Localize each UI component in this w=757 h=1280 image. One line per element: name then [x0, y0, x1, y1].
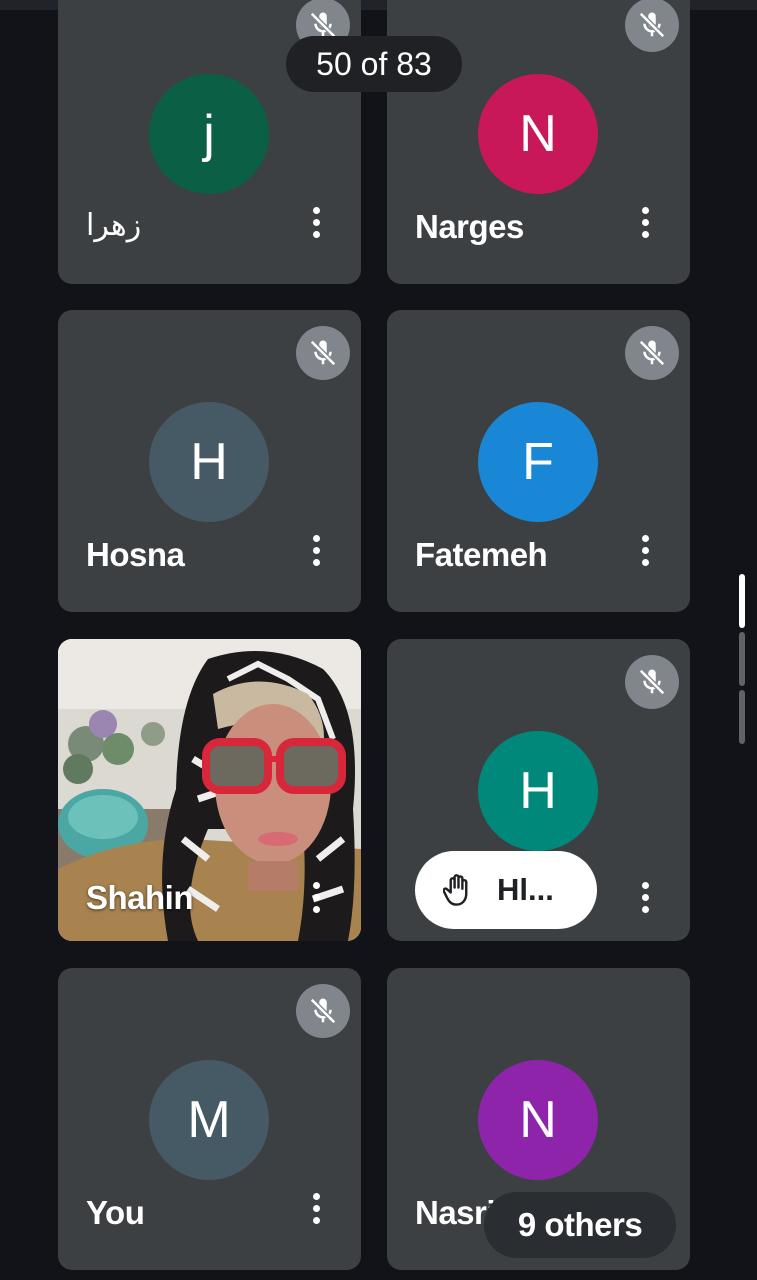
avatar: F	[478, 402, 598, 522]
participant-name: Narges	[415, 208, 524, 245]
more-options-icon[interactable]	[633, 200, 657, 244]
avatar: M	[149, 1060, 269, 1180]
scrollbar-track	[739, 690, 745, 744]
more-options-icon[interactable]	[304, 528, 328, 572]
more-options-icon[interactable]	[633, 875, 657, 919]
avatar: j	[149, 74, 269, 194]
raised-hand-label: Hl...	[497, 872, 554, 907]
more-options-icon[interactable]	[304, 875, 328, 919]
avatar-initial: N	[519, 1091, 557, 1149]
participant-tile[interactable]: F Fatemeh	[387, 310, 690, 612]
more-options-icon[interactable]	[304, 1186, 328, 1230]
more-options-icon[interactable]	[304, 200, 328, 244]
participant-name: زهرا	[86, 208, 142, 243]
scrollbar-track	[739, 632, 745, 686]
scrollbar-thumb[interactable]	[739, 574, 745, 628]
mic-off-icon	[625, 655, 679, 709]
mic-off-icon	[625, 326, 679, 380]
avatar: N	[478, 1060, 598, 1180]
participant-name: Fatemeh	[415, 536, 548, 573]
avatar-initial: M	[187, 1091, 231, 1149]
avatar-initial: H	[190, 433, 228, 491]
avatar: H	[478, 731, 598, 851]
mic-off-icon	[296, 984, 350, 1038]
participant-name: Shahin	[86, 879, 194, 916]
participant-tile[interactable]: M You	[58, 968, 361, 1270]
participant-name: You	[86, 1194, 145, 1231]
avatar-initial: j	[203, 105, 215, 163]
avatar: N	[478, 74, 598, 194]
mic-off-icon	[296, 326, 350, 380]
participant-tile[interactable]: H Hl...	[387, 639, 690, 941]
participant-name: Hosna	[86, 536, 185, 573]
participant-tile[interactable]: H Hosna	[58, 310, 361, 612]
others-overflow-button[interactable]: 9 others	[484, 1192, 676, 1258]
raised-hand-badge: Hl...	[415, 851, 597, 929]
participant-video-tile[interactable]: Shahin	[58, 639, 361, 941]
raised-hand-icon	[441, 873, 475, 907]
avatar-initial: H	[519, 762, 557, 820]
more-options-icon[interactable]	[633, 528, 657, 572]
avatar-initial: N	[519, 105, 557, 163]
mic-off-icon	[625, 0, 679, 52]
participant-counter: 50 of 83	[286, 36, 462, 92]
avatar-initial: F	[522, 433, 554, 491]
avatar: H	[149, 402, 269, 522]
